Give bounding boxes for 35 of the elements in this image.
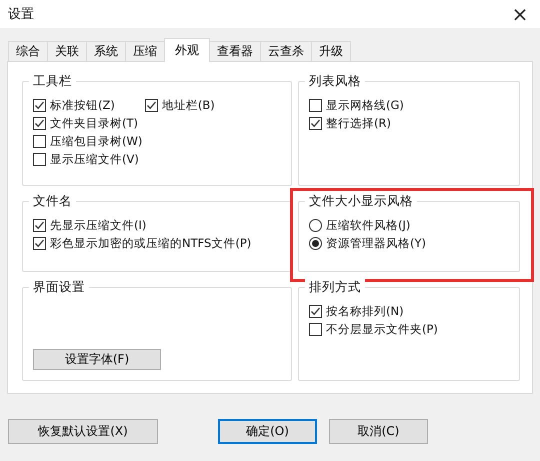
checkbox[interactable]: 显示网格线(G) xyxy=(309,98,404,113)
group-title: 界面设置 xyxy=(29,279,89,296)
tab[interactable]: 升级 xyxy=(311,41,351,61)
checkbox[interactable]: 压缩包目录树(W) xyxy=(33,134,142,149)
check-icon xyxy=(310,306,321,317)
close-button[interactable]: × xyxy=(500,0,540,28)
dialog-button[interactable]: 恢复默认设置(X) xyxy=(8,419,158,444)
checkbox[interactable]: 整行选择(R) xyxy=(309,116,391,131)
check-icon xyxy=(310,118,321,129)
check-icon xyxy=(34,100,45,111)
font-button[interactable]: 设置字体(F) xyxy=(33,349,161,370)
tab[interactable]: 外观 xyxy=(164,38,210,62)
check-icon xyxy=(34,238,45,249)
radio-button[interactable]: 资源管理器风格(Y) xyxy=(309,236,426,251)
radio-button[interactable]: 压缩软件风格(J) xyxy=(309,218,410,233)
checkbox[interactable]: 文件夹目录树(T) xyxy=(33,116,138,131)
checkbox[interactable]: 显示压缩文件(V) xyxy=(33,152,139,167)
dialog-button[interactable]: 确定(O) xyxy=(218,419,317,444)
check-icon xyxy=(34,220,45,231)
checkbox[interactable]: 地址栏(B) xyxy=(144,98,215,113)
checkbox[interactable]: 标准按钮(Z) xyxy=(33,98,115,113)
checkbox[interactable]: 按名称排列(N) xyxy=(309,304,404,319)
group-title: 列表风格 xyxy=(305,73,365,90)
checkbox[interactable]: 先显示压缩文件(I) xyxy=(33,218,146,233)
group-title: 文件大小显示风格 xyxy=(305,193,417,210)
checkbox[interactable]: 彩色显示加密的或压缩的NTFS文件(P) xyxy=(33,236,252,251)
checkbox[interactable]: 不分层显示文件夹(P) xyxy=(309,322,438,337)
group-title: 工具栏 xyxy=(29,73,76,90)
group-title: 排列方式 xyxy=(305,279,365,296)
dialog-button[interactable]: 取消(C) xyxy=(329,419,428,444)
group-title: 文件名 xyxy=(29,193,76,210)
window-title: 设置 xyxy=(8,6,34,23)
tab[interactable]: 综合 xyxy=(8,41,48,61)
check-icon xyxy=(34,118,45,129)
check-icon xyxy=(146,100,157,111)
